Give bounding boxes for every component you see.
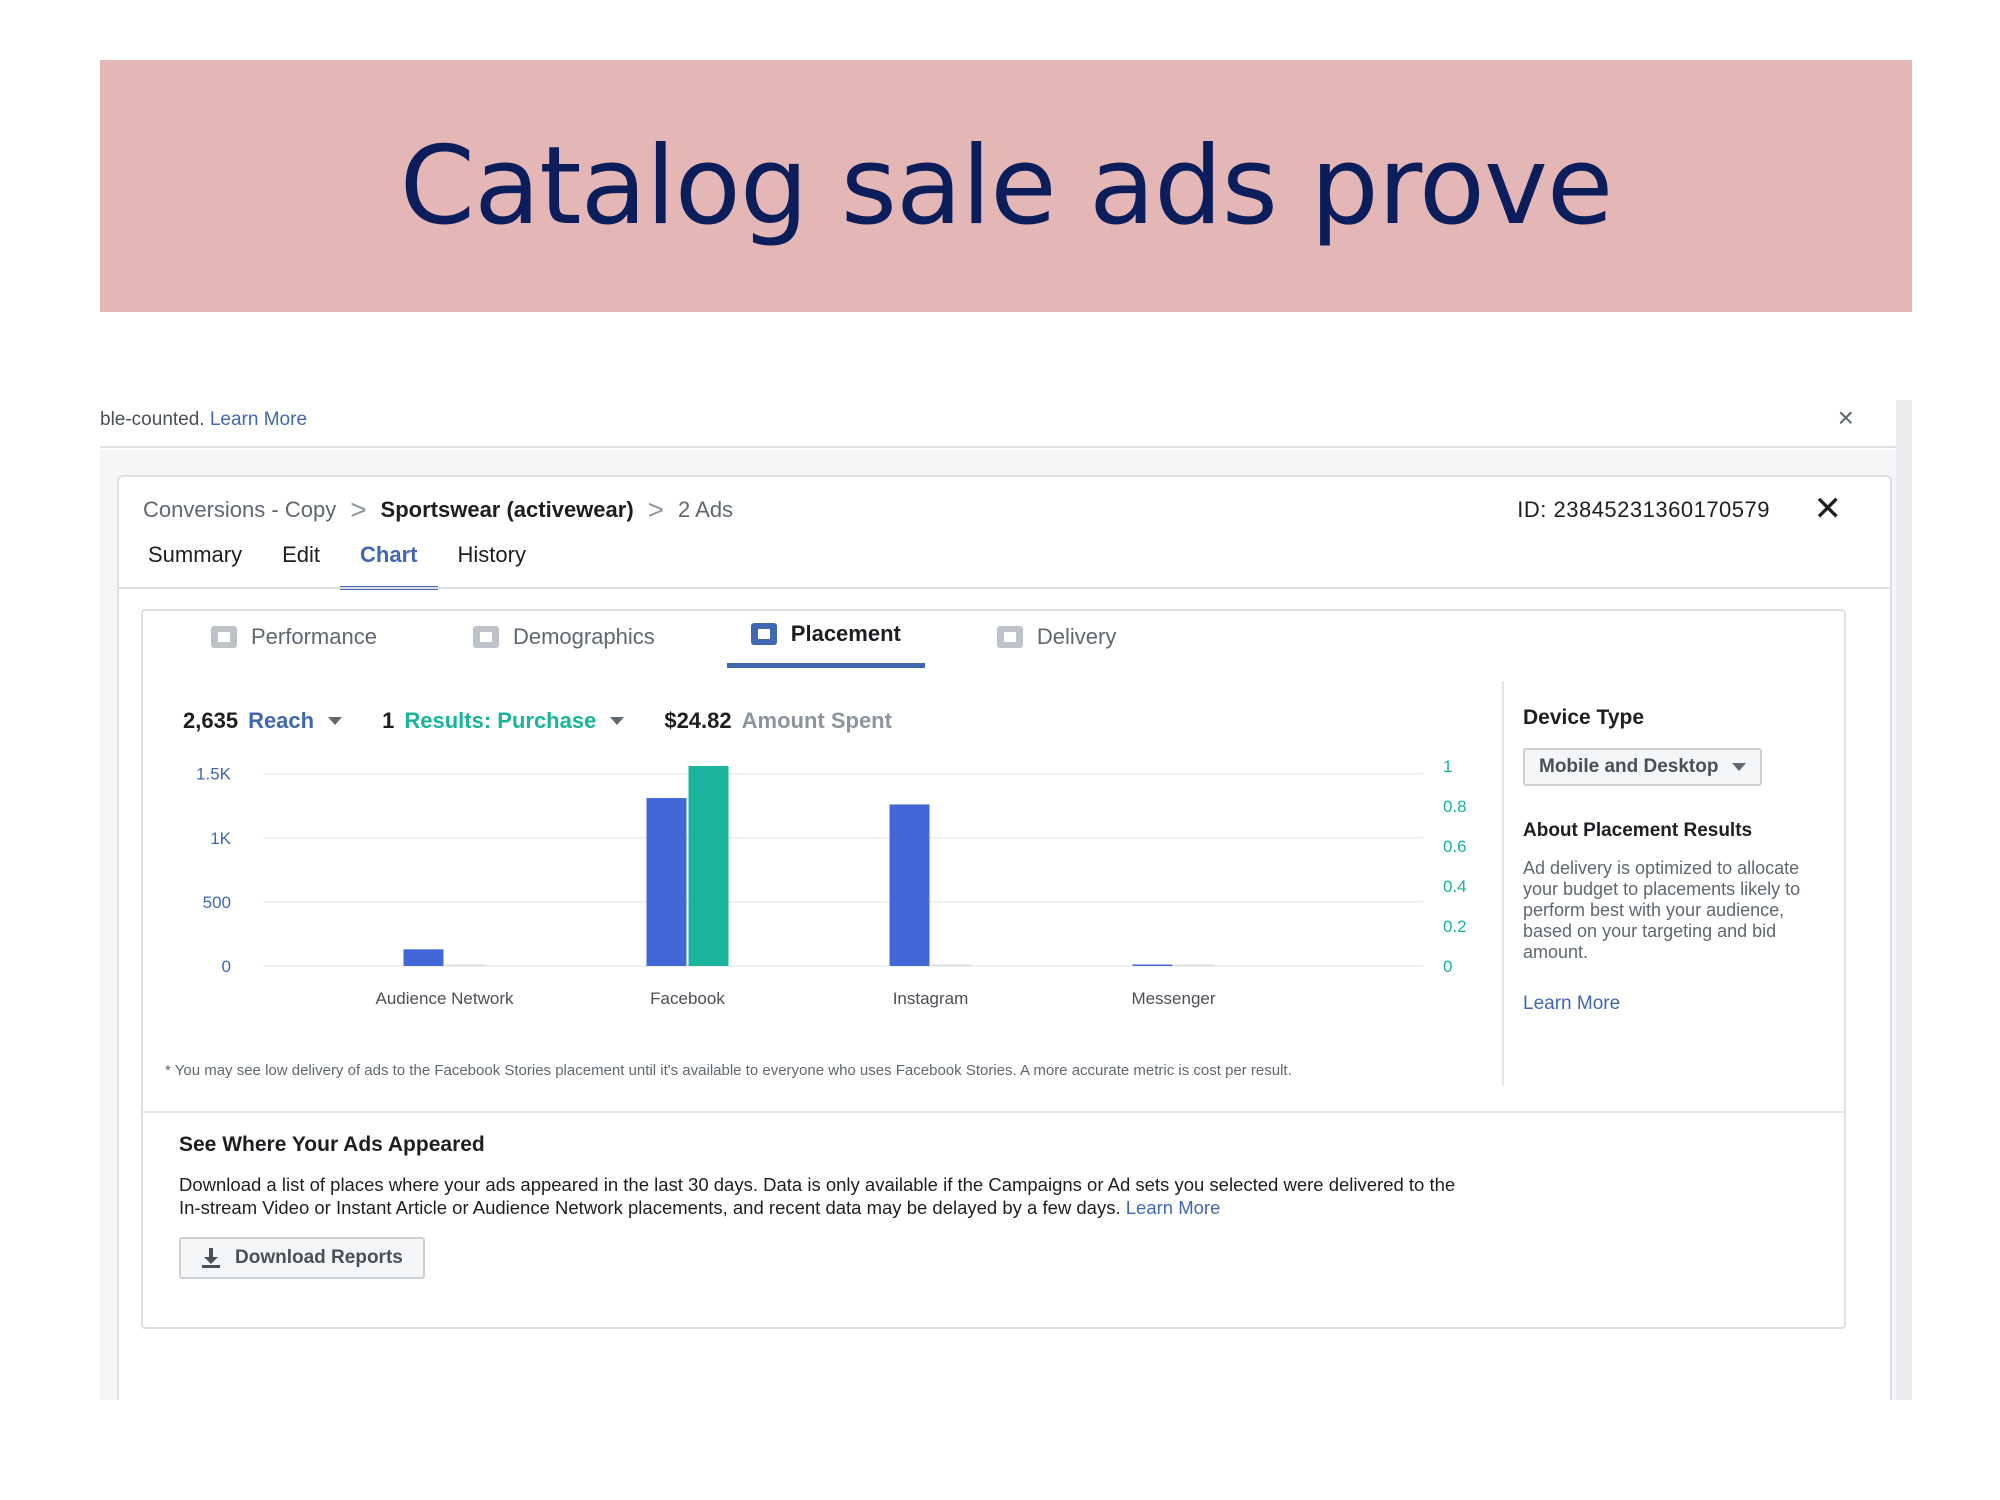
line-chart-icon: [996, 625, 1023, 648]
bar-reach: [889, 804, 930, 966]
sidebar-learn-more-link[interactable]: Learn More: [1523, 993, 1823, 1015]
tabs-divider: [119, 587, 1890, 589]
subtab-label: Performance: [251, 623, 377, 649]
ads-appeared-heading: See Where Your Ads Appeared: [179, 1133, 485, 1156]
placement-icon: [750, 623, 777, 645]
notice-text: ble-counted.: [100, 409, 205, 430]
sidebar-divider: [1502, 681, 1504, 1086]
people-icon: [472, 625, 499, 648]
y-right-tick-label: 0.4: [1443, 877, 1467, 896]
subtab-label: Delivery: [1036, 623, 1117, 649]
y-right-tick-label: 0.2: [1443, 917, 1467, 936]
screenshot-area: ble-counted. Learn More × Conversions - …: [100, 400, 1912, 1400]
bar-reach: [1132, 964, 1173, 966]
bar-chart-icon: [211, 625, 237, 648]
bar-results: [445, 964, 486, 966]
about-placement-text: Ad delivery is optimized to allocate you…: [1523, 858, 1801, 962]
device-type-value: Mobile and Desktop: [1539, 756, 1719, 777]
ad-detail-panel: Conversions - Copy > Sportswear (activew…: [117, 475, 1892, 1400]
caret-down-icon: [610, 717, 625, 725]
x-category-label: Facebook: [650, 989, 725, 1008]
tab-edit[interactable]: Edit: [262, 542, 340, 590]
subtab-placement[interactable]: Placement: [726, 621, 925, 668]
spent-value: $24.82: [664, 708, 732, 733]
tab-history[interactable]: History: [438, 542, 546, 590]
metric-selectors: 2,635 Reach 1 Results: Purchase $24.82 A…: [183, 708, 892, 734]
reach-metric-selector[interactable]: 2,635 Reach: [183, 708, 343, 734]
slide-banner: Catalog sale ads prove: [100, 60, 1912, 312]
y-right-tick-label: 0.6: [1443, 837, 1467, 856]
caret-down-icon: [1732, 763, 1747, 771]
results-label: Results: Purchase: [404, 708, 597, 733]
bar-reach: [646, 798, 687, 966]
ad-id: ID: 23845231360170579: [1517, 497, 1770, 522]
placement-sidebar: Device Type Mobile and Desktop About Pla…: [1523, 706, 1823, 1015]
chart-subtabs: Performance Demographics Placement Deliv…: [187, 621, 1188, 668]
y-right-tick-label: 0.8: [1443, 797, 1467, 816]
notice-close-icon[interactable]: ×: [1838, 402, 1854, 434]
amount-spent-metric: $24.82 Amount Spent: [664, 708, 892, 734]
x-category-label: Audience Network: [376, 989, 514, 1008]
placement-bar-chart: 0 500 1K 1.5K 0 0.2 0.4 0.6 0.8 1 Audience Network…: [196, 757, 1467, 1008]
bar-results: [931, 964, 972, 966]
subtab-demographics[interactable]: Demographics: [449, 621, 679, 668]
y-left-tick-label: 1.5K: [196, 765, 232, 784]
x-category-label: Instagram: [893, 989, 969, 1008]
subtab-performance[interactable]: Performance: [187, 621, 401, 668]
spent-label: Amount Spent: [741, 708, 892, 733]
y-left-tick-label: 0: [222, 957, 231, 976]
notice-learn-more-link[interactable]: Learn More: [210, 409, 307, 430]
chart-card: Performance Demographics Placement Deliv…: [141, 609, 1846, 1329]
section-divider: [143, 1111, 1844, 1113]
x-category-label: Messenger: [1131, 989, 1215, 1008]
breadcrumb-adset[interactable]: Sportswear (activewear): [381, 497, 634, 523]
download-reports-button[interactable]: Download Reports: [179, 1237, 425, 1279]
y-right-tick-label: 1: [1443, 757, 1452, 776]
breadcrumb-campaign[interactable]: Conversions - Copy: [143, 497, 336, 523]
y-left-tick-label: 1K: [210, 829, 231, 848]
caret-down-icon: [328, 717, 343, 725]
bar-reach: [403, 949, 444, 966]
chevron-right-icon: >: [350, 494, 367, 525]
notice-bar: ble-counted. Learn More ×: [100, 400, 1896, 448]
y-right-tick-label: 0: [1443, 957, 1452, 976]
ads-appeared-section: See Where Your Ads Appeared Download a l…: [179, 1133, 1469, 1279]
device-type-heading: Device Type: [1523, 706, 1645, 729]
bar-results: [1174, 964, 1215, 966]
device-type-dropdown[interactable]: Mobile and Desktop: [1523, 748, 1763, 786]
bar-results: [688, 766, 729, 966]
subtab-label: Demographics: [512, 623, 655, 649]
tab-summary[interactable]: Summary: [143, 542, 262, 590]
download-reports-label: Download Reports: [235, 1247, 403, 1268]
breadcrumb-ads[interactable]: 2 Ads: [678, 497, 733, 523]
panel-tabs: Summary Edit Chart History: [143, 542, 546, 590]
results-value: 1: [382, 708, 395, 733]
tab-chart[interactable]: Chart: [340, 542, 438, 590]
download-icon: [202, 1248, 220, 1268]
ads-appeared-body: Download a list of places where your ads…: [179, 1174, 1456, 1218]
reach-value: 2,635: [183, 708, 239, 733]
chevron-right-icon: >: [647, 494, 665, 525]
reach-label: Reach: [248, 708, 315, 733]
subtab-label: Placement: [790, 621, 901, 646]
close-icon[interactable]: ✕: [1814, 489, 1843, 529]
results-metric-selector[interactable]: 1 Results: Purchase: [382, 708, 625, 734]
slide-title: Catalog sale ads prove: [399, 123, 1614, 249]
breadcrumb: Conversions - Copy > Sportswear (activew…: [143, 494, 733, 525]
stories-footnote: * You may see low delivery of ads to the…: [165, 1062, 1292, 1079]
about-placement-heading: About Placement Results: [1523, 820, 1753, 841]
ads-appeared-text: Download a list of places where your ads…: [179, 1173, 1469, 1219]
ads-appeared-learn-more-link[interactable]: Learn More: [1126, 1197, 1221, 1218]
y-left-tick-label: 500: [203, 893, 231, 912]
subtab-delivery[interactable]: Delivery: [973, 621, 1140, 668]
